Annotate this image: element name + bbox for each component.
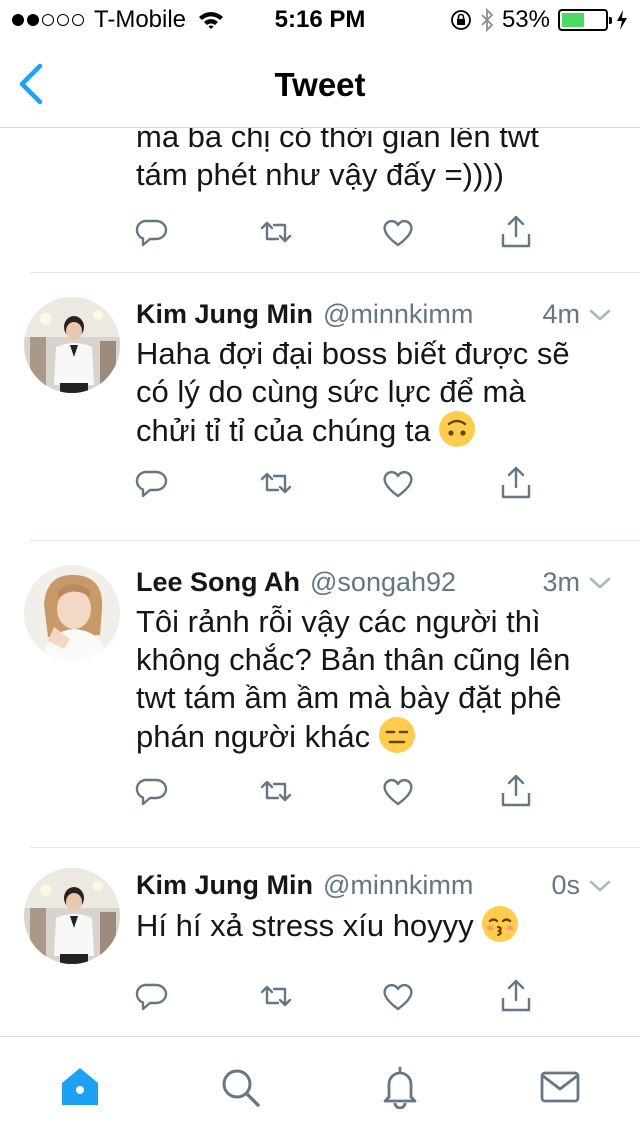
chevron-down-icon[interactable] <box>588 307 612 323</box>
tweet-text: Hí hí xả stress xíu hoyyy <box>136 908 474 943</box>
tweet-actions <box>134 773 534 813</box>
like-heart-icon[interactable] <box>380 773 416 809</box>
tweet-header: Kim Jung Min @minnkimm 0s <box>136 870 612 901</box>
like-heart-icon[interactable] <box>380 978 416 1014</box>
tweet-text-wrap: Tôi rảnh rỗi vậy các người thì không chắ… <box>136 603 610 756</box>
author-handle[interactable]: @minnkimm <box>323 299 542 330</box>
share-icon[interactable] <box>498 465 534 501</box>
author-name[interactable]: Lee Song Ah <box>136 567 300 598</box>
share-icon[interactable] <box>498 773 534 809</box>
reply-icon[interactable] <box>134 978 170 1014</box>
battery-percent: 53% <box>501 6 550 33</box>
battery-icon <box>558 9 612 31</box>
author-name[interactable]: Kim Jung Min <box>136 299 313 330</box>
author-handle[interactable]: @songah92 <box>310 567 542 598</box>
messages-icon[interactable] <box>538 1065 582 1109</box>
tweet-timestamp: 4m <box>542 299 580 329</box>
tweet-actions <box>134 214 534 254</box>
tweet-text-wrap: Haha đợi đại boss biết được sẽ có lý do … <box>136 335 610 450</box>
search-icon[interactable] <box>218 1065 262 1109</box>
bluetooth-icon <box>481 8 494 32</box>
author-name[interactable]: Kim Jung Min <box>136 870 313 901</box>
tweet[interactable]: Kim Jung Min @minnkimm 0s Hí hí xả stres… <box>0 848 640 1036</box>
tweet-feed[interactable]: ma ba chị có thời gian lên twt tám phét … <box>0 128 640 1036</box>
tweet-actions <box>134 465 534 505</box>
rotation-lock-icon <box>451 10 471 30</box>
share-icon[interactable] <box>498 978 534 1014</box>
tweet-header: Kim Jung Min @minnkimm 4m <box>136 299 612 330</box>
retweet-icon[interactable] <box>258 773 294 809</box>
like-heart-icon[interactable] <box>380 214 416 250</box>
share-icon[interactable] <box>498 214 534 250</box>
author-handle[interactable]: @minnkimm <box>323 870 551 901</box>
avatar[interactable] <box>24 297 120 393</box>
tweet-timestamp: 0s <box>551 870 580 900</box>
tweet[interactable]: Lee Song Ah @songah92 3m Tôi rảnh rỗi vậ… <box>0 541 640 848</box>
tweet-text: ma ba chị có thời gian lên twt tám phét … <box>136 128 539 192</box>
tweet-text: Tôi rảnh rỗi vậy các người thì không chắ… <box>136 604 571 754</box>
reply-icon[interactable] <box>134 465 170 501</box>
reply-icon[interactable] <box>134 773 170 809</box>
notifications-icon[interactable] <box>378 1065 422 1109</box>
home-icon[interactable] <box>58 1065 102 1109</box>
charging-icon <box>617 10 627 30</box>
reply-icon[interactable] <box>134 214 170 250</box>
avatar[interactable] <box>24 868 120 964</box>
avatar[interactable] <box>24 565 120 661</box>
like-heart-icon[interactable] <box>380 465 416 501</box>
tab-bar <box>0 1036 640 1136</box>
upside-down-face-emoji <box>439 411 476 447</box>
navigation-bar: Tweet <box>0 40 640 128</box>
tweet-text-wrap: Hí hí xả stress xíu hoyyy <box>136 906 610 945</box>
status-bar: T-Mobile 5:16 PM 53% <box>0 0 640 40</box>
tweet-text: Haha đợi đại boss biết được sẽ có lý do … <box>136 336 570 448</box>
chevron-down-icon[interactable] <box>588 878 612 894</box>
page-title: Tweet <box>274 66 366 103</box>
tweet-timestamp: 3m <box>542 567 580 597</box>
tweet[interactable]: Kim Jung Min @minnkimm 4m Haha đợi đại b… <box>0 273 640 541</box>
chevron-down-icon[interactable] <box>588 575 612 591</box>
tweet-header: Lee Song Ah @songah92 3m <box>136 567 612 598</box>
retweet-icon[interactable] <box>258 465 294 501</box>
kissing-face-emoji <box>482 906 519 942</box>
retweet-icon[interactable] <box>258 978 294 1014</box>
tweet-partial[interactable]: ma ba chị có thời gian lên twt tám phét … <box>0 128 640 273</box>
tweet-actions <box>134 978 534 1018</box>
expressionless-face-emoji <box>378 717 415 753</box>
retweet-icon[interactable] <box>258 214 294 250</box>
